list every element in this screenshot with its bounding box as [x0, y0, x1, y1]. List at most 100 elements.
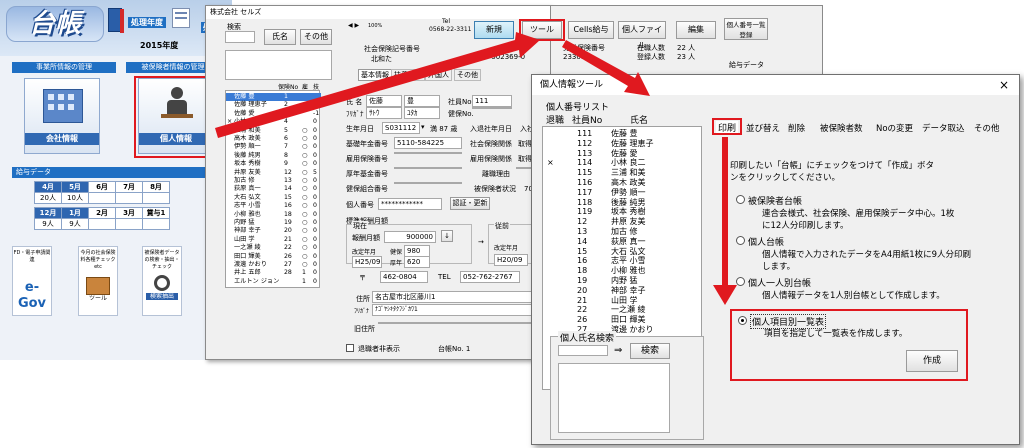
month-cell[interactable]: 4月: [34, 181, 62, 193]
tab-dependents[interactable]: 扶養家族: [391, 69, 425, 81]
search-name-button[interactable]: 氏名: [264, 29, 296, 45]
my-number-list-row[interactable]: 117 伊勢 順一: [543, 188, 703, 197]
emp-ins-field[interactable]: [394, 152, 462, 154]
search-extract-tile[interactable]: 被保険者データの検索・抽出・チェック 検索抽出: [142, 246, 182, 316]
my-number-list-row[interactable]: 13 加古 修: [543, 227, 703, 236]
my-number-list-row[interactable]: 115 三浦 和美: [543, 168, 703, 177]
tab-insured-count[interactable]: 被保険者数: [820, 122, 863, 134]
kana-last-field[interactable]: ｻﾄｳ: [366, 107, 402, 119]
pension-grade-field[interactable]: 620: [404, 256, 430, 268]
month-cell[interactable]: 5月: [61, 181, 89, 193]
birth-field[interactable]: S031112: [382, 122, 420, 134]
employee-list-row[interactable]: 井上 五郎 28 1 0: [226, 269, 321, 277]
addr-kana-field[interactable]: ﾅｺﾞﾔｼｷﾀｸﾌｼﾞｶﾜ1: [372, 304, 548, 316]
option-radio-4[interactable]: [738, 316, 747, 325]
create-button[interactable]: 作成: [906, 350, 958, 372]
my-number-list-row[interactable]: 112 佐藤 理恵子: [543, 139, 703, 148]
employee-list-row[interactable]: 大石 弘文 15 ○ 0: [226, 194, 321, 202]
kosei-field[interactable]: [394, 167, 462, 169]
name-search-input[interactable]: [558, 345, 608, 356]
pension-field[interactable]: 5110-584225: [394, 137, 462, 149]
kenpo-field[interactable]: [394, 182, 462, 184]
cells-payroll-button[interactable]: Cells給与: [568, 21, 614, 39]
employee-list-row[interactable]: 伊勢 順一 7 ○ 0: [226, 143, 321, 151]
employee-list-row[interactable]: 加古 修 13 ○ 0: [226, 177, 321, 185]
my-number-field[interactable]: ************: [378, 198, 442, 210]
my-number-list-row[interactable]: 21 山田 学: [543, 296, 703, 305]
employee-list-row[interactable]: 三浦 和美 5 ○ 0: [226, 127, 321, 135]
old-addr-field[interactable]: [378, 322, 548, 324]
revision-field[interactable]: H25/09: [352, 256, 382, 268]
employee-list-row[interactable]: 後藤 純男 8 ○ 0: [226, 152, 321, 160]
employee-list-row[interactable]: 渡邊 かおり 27 ○ 0: [226, 261, 321, 269]
employee-list-row[interactable]: 田口 輝美 26 ○ 0: [226, 253, 321, 261]
retired-hide-checkbox[interactable]: [346, 344, 354, 352]
e-gov-tile[interactable]: FD・電子申請関連 e-Gov: [12, 246, 52, 316]
month-cell[interactable]: 2月: [88, 207, 116, 219]
employee-list-row[interactable]: 志平 小雪 16 ○ 0: [226, 202, 321, 210]
tab-number-change[interactable]: Noの変更: [876, 122, 913, 134]
my-number-list-row[interactable]: 14 荻原 真一: [543, 237, 703, 246]
month-cell[interactable]: 6月: [88, 181, 116, 193]
close-icon[interactable]: ×: [999, 78, 1009, 92]
employee-list-row[interactable]: 小柳 雅也 18 ○ 0: [226, 211, 321, 219]
employee-list-row[interactable]: エルトン ジョン 1 0: [226, 278, 321, 286]
tab-data-import[interactable]: データ取込: [922, 122, 965, 134]
fiscal-year[interactable]: 2015年度: [140, 40, 178, 51]
tel2-field[interactable]: 052-762-2767: [460, 271, 520, 283]
my-number-list-row[interactable]: 113 佐藤 愛: [543, 149, 703, 158]
tab-basic[interactable]: 基本情報: [358, 69, 392, 81]
employee-list-row[interactable]: 内野 猛 19 ○ 0: [226, 219, 321, 227]
option-radio-2[interactable]: [736, 236, 745, 245]
option-label-4[interactable]: 個人項目別一覧表: [750, 314, 827, 329]
name-search-results[interactable]: [558, 363, 670, 433]
auth-update-button[interactable]: 認証・更新: [450, 197, 490, 210]
employee-list[interactable]: 佐藤 豊 1 佐藤 理恵子 2 0 佐藤 愛 3 -1 × 小林 良二 4 0 三浦 和美 5 ○ 0 高木 政…: [225, 90, 321, 288]
month-cell[interactable]: 8月: [142, 181, 170, 193]
my-number-list-row[interactable]: 12 井原 友美: [543, 217, 703, 226]
month-cell[interactable]: 賞与1: [142, 207, 170, 219]
edit-button[interactable]: 編集: [676, 21, 716, 39]
last-name-field[interactable]: 佐藤: [366, 95, 402, 107]
option-radio-1[interactable]: [736, 195, 745, 204]
personal-file-button[interactable]: 個人ファイル: [618, 21, 666, 50]
birth-dropdown-icon[interactable]: ▾: [421, 123, 425, 131]
option-label-3[interactable]: 個人一人別台帳: [748, 276, 811, 289]
my-number-list-row[interactable]: 16 志平 小雪: [543, 256, 703, 265]
my-number-list-row[interactable]: 118 後藤 純男: [543, 198, 703, 207]
tab-other[interactable]: その他: [454, 69, 481, 81]
my-number-list-row[interactable]: 119 坂本 秀樹: [543, 207, 703, 216]
addr-field[interactable]: 名古屋市北区藤川1: [372, 291, 548, 303]
my-number-list-row[interactable]: 15 大石 弘文: [543, 247, 703, 256]
tab-delete[interactable]: 削除: [788, 122, 805, 134]
employee-list-row[interactable]: 神部 幸子 20 ○ 0: [226, 227, 321, 235]
first-name-field[interactable]: 豊: [404, 95, 440, 107]
my-number-list-row[interactable]: 111 佐藤 豊: [543, 129, 703, 138]
month-cell[interactable]: 3月: [115, 207, 143, 219]
option-label-2[interactable]: 個人台帳: [748, 235, 784, 248]
option-radio-3[interactable]: [736, 277, 745, 286]
my-number-list-row[interactable]: 19 内野 猛: [543, 276, 703, 285]
employee-list-row[interactable]: 荻原 真一 14 ○ 0: [226, 185, 321, 193]
search-result-box[interactable]: [225, 50, 332, 80]
my-number-list-row[interactable]: 22 一之瀬 綾: [543, 305, 703, 314]
my-number-list-button[interactable]: 個人番号一覧登録: [724, 18, 768, 40]
health-no-field[interactable]: [472, 107, 512, 109]
month-cell[interactable]: 7月: [115, 181, 143, 193]
employee-list-row[interactable]: × 小林 良二 4 0: [226, 118, 321, 126]
employee-list-row[interactable]: 一之瀬 綾 22 ○ 0: [226, 244, 321, 252]
tab-other-tools[interactable]: その他: [974, 122, 1000, 134]
month-cell[interactable]: 1月: [61, 207, 89, 219]
tool-tile[interactable]: 今月の社会保険料各種チェック etc ツール: [78, 246, 118, 316]
nav-buttons[interactable]: ◀ ▶: [348, 22, 359, 29]
my-number-list-row[interactable]: 116 高木 政美: [543, 178, 703, 187]
month-cell[interactable]: 12月: [34, 207, 62, 219]
new-button[interactable]: 新規: [474, 21, 514, 39]
my-number-list-row[interactable]: 26 田口 輝美: [543, 315, 703, 324]
employee-list-row[interactable]: 佐藤 愛 3 -1: [226, 110, 321, 118]
prev-revision-field[interactable]: H20/09: [494, 254, 528, 266]
search-input[interactable]: [225, 31, 255, 43]
employee-list-row[interactable]: 坂本 秀樹 9 ○ 0: [226, 160, 321, 168]
option-label-1[interactable]: 被保険者台帳: [748, 194, 802, 207]
employee-list-row[interactable]: 佐藤 豊 1: [226, 93, 321, 101]
